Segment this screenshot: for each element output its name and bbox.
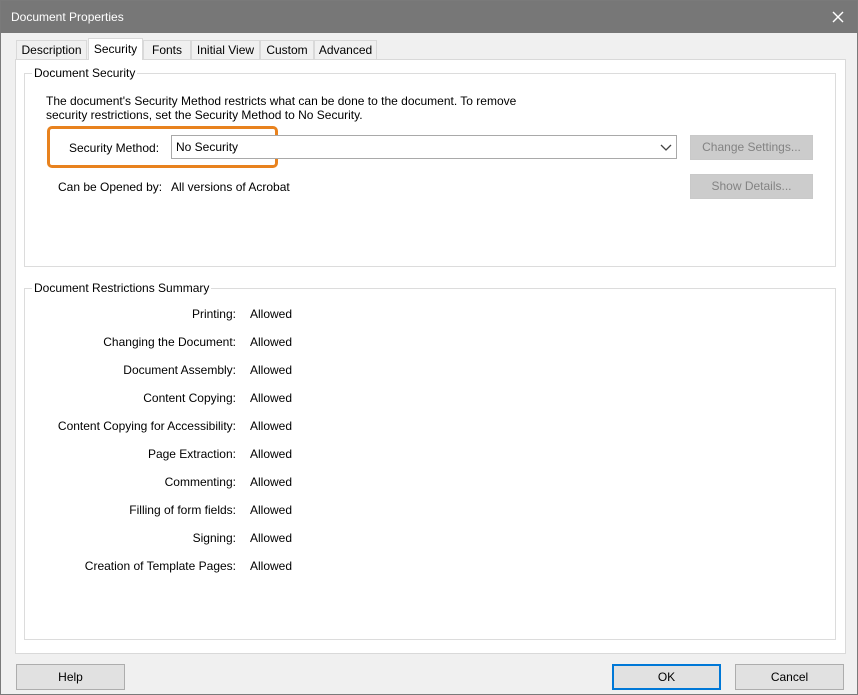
tab-description[interactable]: Description: [16, 40, 87, 59]
opened-by-label: Can be Opened by:: [58, 180, 163, 194]
document-properties-window: Document Properties Description Security…: [0, 0, 858, 695]
tab-custom[interactable]: Custom: [260, 40, 314, 59]
document-security-group-label: Document Security: [32, 66, 138, 80]
tab-advanced[interactable]: Advanced: [314, 40, 377, 59]
restriction-label: Document Assembly:: [123, 363, 236, 377]
show-details-button[interactable]: Show Details...: [690, 174, 813, 199]
restriction-value: Allowed: [250, 335, 293, 349]
restriction-label: Changing the Document:: [103, 335, 236, 349]
opened-by-value: All versions of Acrobat: [171, 180, 290, 194]
restriction-label: Signing:: [192, 531, 236, 545]
restriction-label: Content Copying for Accessibility:: [57, 419, 236, 433]
restriction-label: Commenting:: [164, 475, 236, 489]
restriction-value: Allowed: [250, 531, 293, 545]
change-settings-button[interactable]: Change Settings...: [690, 135, 813, 160]
security-method-value: No Security: [176, 140, 239, 154]
title-bar[interactable]: Document Properties: [1, 1, 857, 33]
chevron-down-icon: [656, 136, 676, 158]
close-icon[interactable]: [827, 6, 849, 28]
restriction-value: Allowed: [250, 391, 293, 405]
restriction-label: Page Extraction:: [147, 447, 236, 461]
restriction-value: Allowed: [250, 559, 293, 573]
restriction-label: Creation of Template Pages:: [84, 559, 236, 573]
restriction-value: Allowed: [250, 419, 293, 433]
security-method-select[interactable]: No Security: [171, 135, 677, 159]
security-description: The document's Security Method restricts…: [46, 94, 517, 122]
ok-button[interactable]: OK: [612, 664, 721, 690]
restriction-label: Filling of form fields:: [129, 503, 236, 517]
window-title: Document Properties: [11, 10, 124, 24]
tab-fonts[interactable]: Fonts: [143, 40, 191, 59]
restriction-value: Allowed: [250, 447, 293, 461]
document-security-group: Document Security The document's Securit…: [24, 66, 836, 267]
restriction-value: Allowed: [250, 307, 293, 321]
help-button[interactable]: Help: [16, 664, 125, 690]
restriction-label: Content Copying:: [143, 391, 236, 405]
restriction-value: Allowed: [250, 363, 293, 377]
cancel-button[interactable]: Cancel: [735, 664, 844, 690]
security-method-label: Security Method:: [69, 141, 160, 155]
tab-initial-view[interactable]: Initial View: [191, 40, 260, 59]
restriction-value: Allowed: [250, 475, 293, 489]
restriction-label: Printing:: [191, 307, 236, 321]
restriction-value: Allowed: [250, 503, 293, 517]
restrictions-group-label: Document Restrictions Summary: [32, 281, 212, 295]
tab-security[interactable]: Security: [88, 38, 143, 60]
